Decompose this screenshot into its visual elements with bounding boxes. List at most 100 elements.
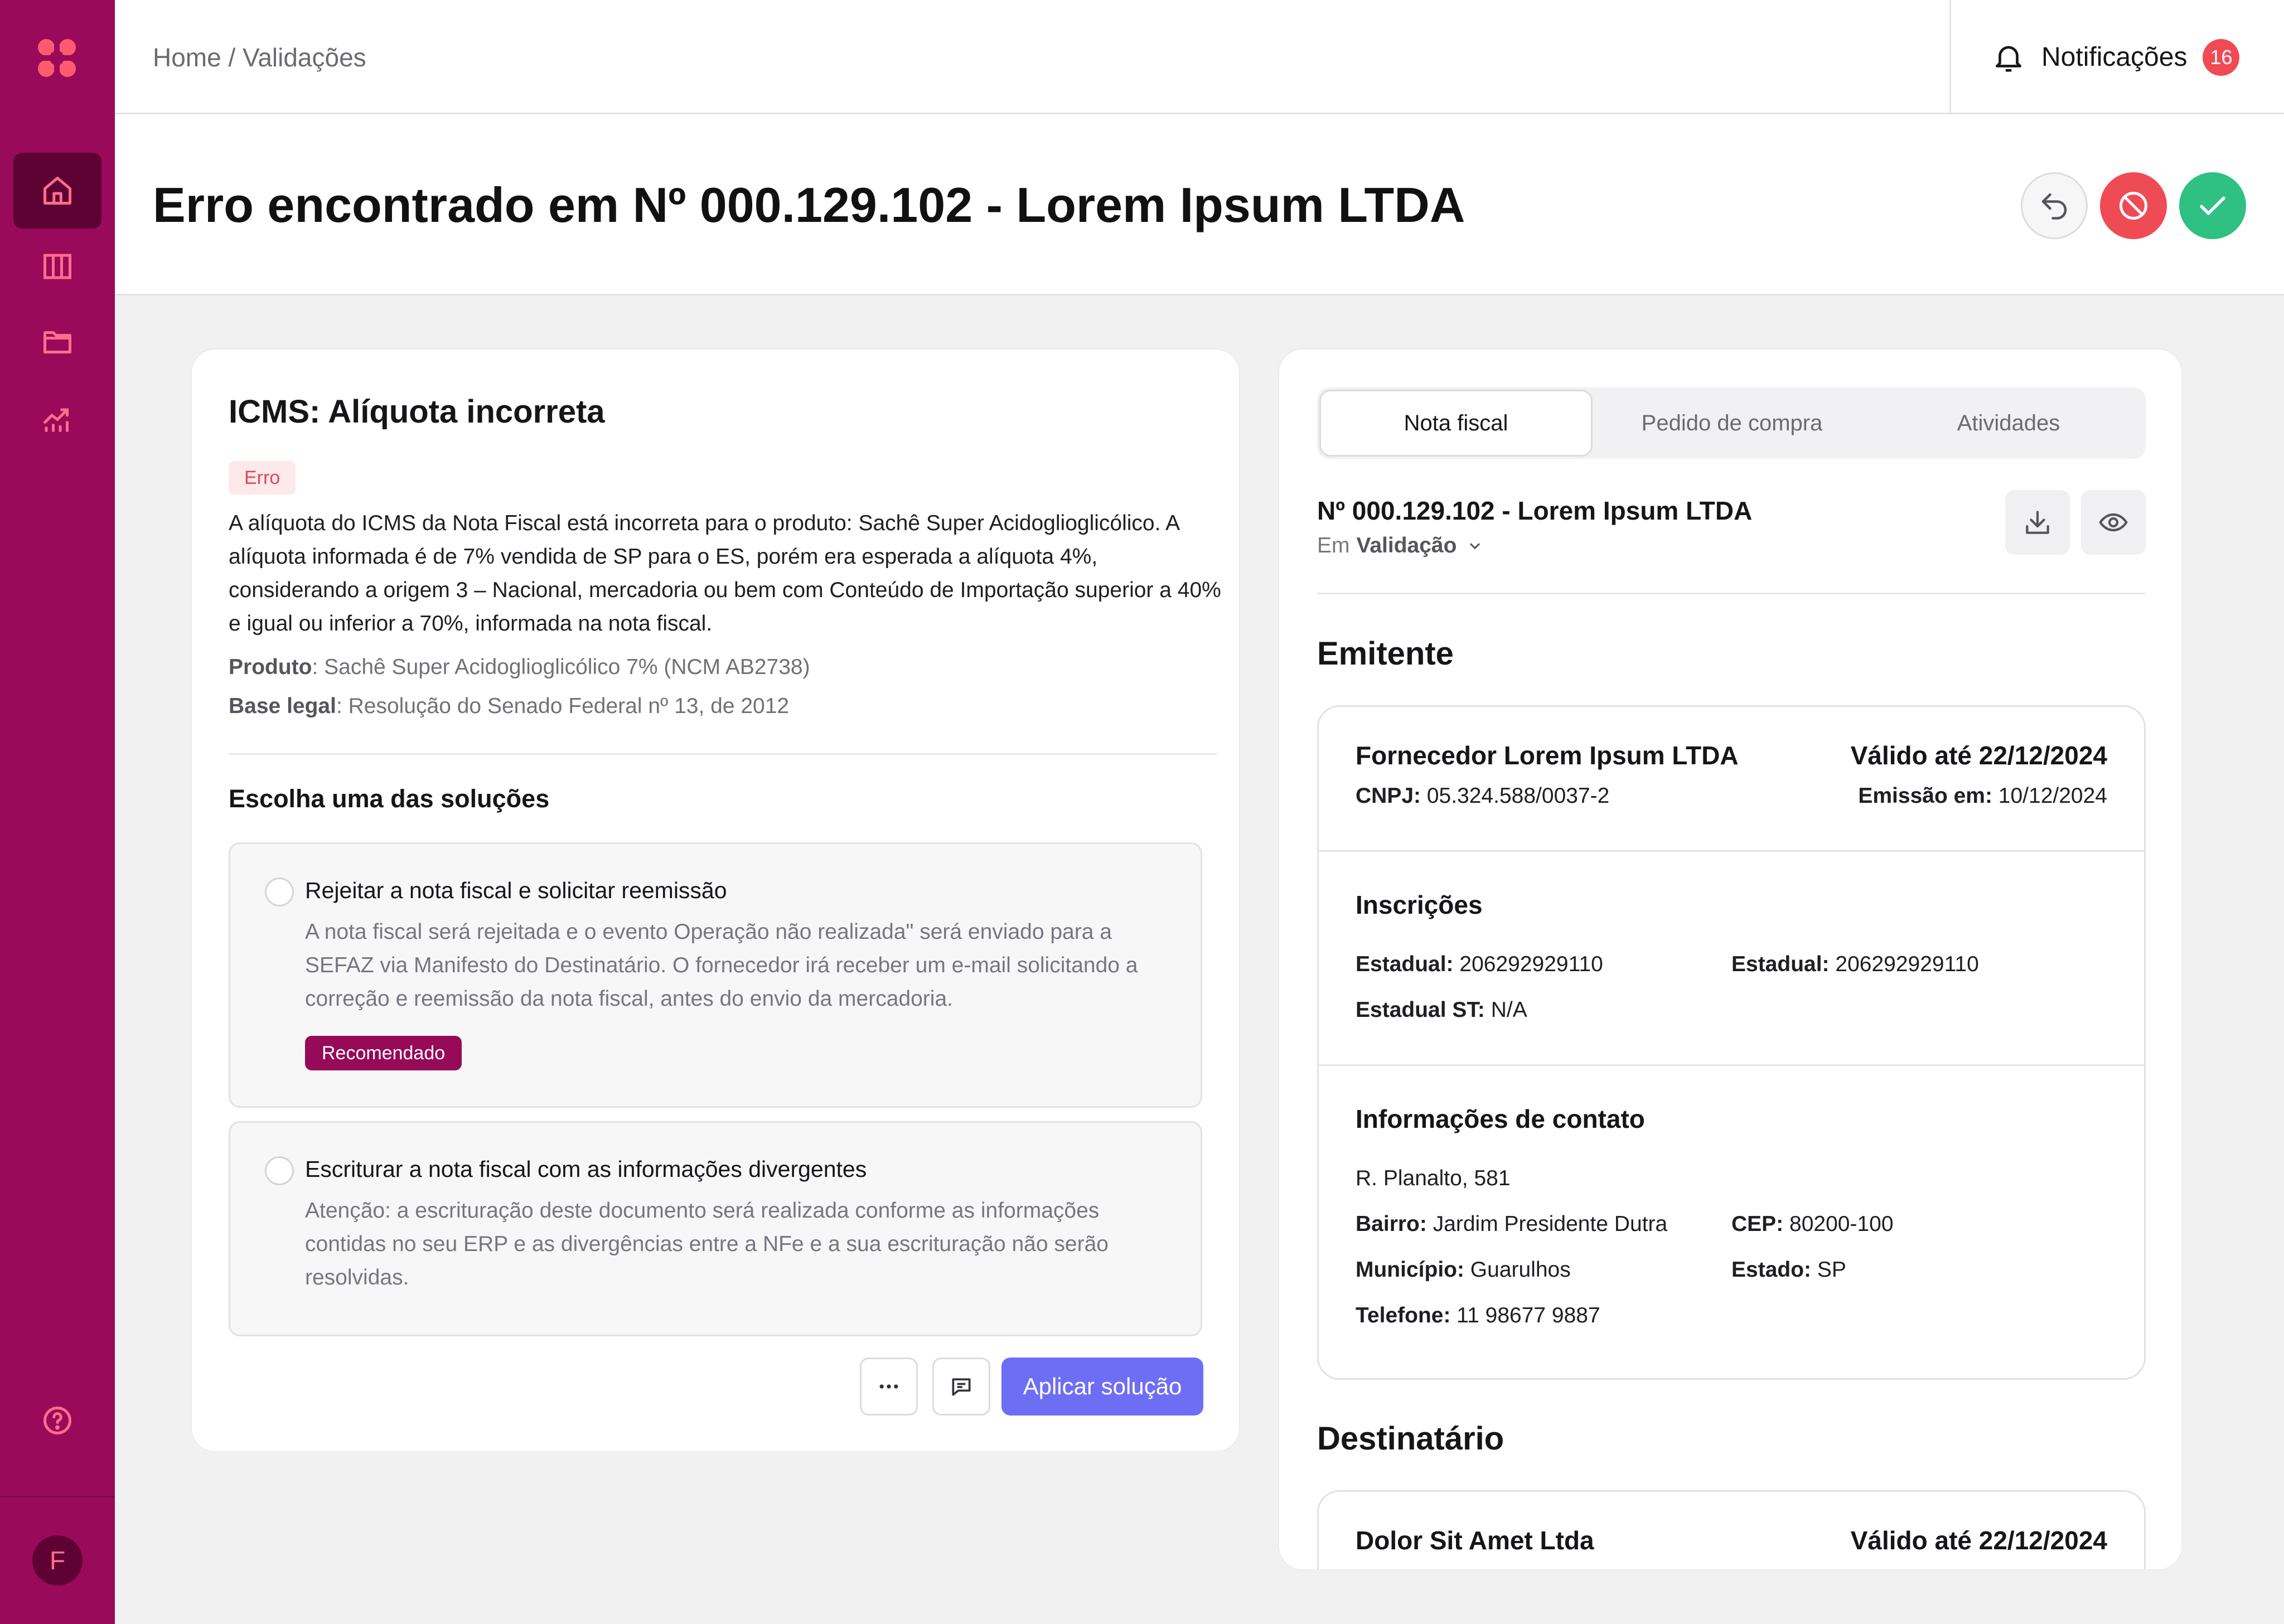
- status-dropdown[interactable]: Em Validação: [1317, 534, 1484, 558]
- error-description: A alíquota do ICMS da Nota Fiscal está i…: [229, 511, 1221, 636]
- solution-title: Escriturar a nota fiscal com as informaç…: [305, 1156, 867, 1182]
- undo-button[interactable]: [2021, 172, 2088, 239]
- solution-option-reject[interactable]: Rejeitar a nota fiscal e solicitar reemi…: [229, 842, 1202, 1108]
- view-button[interactable]: [2081, 490, 2146, 555]
- solution-radio[interactable]: [265, 878, 294, 906]
- solution-option-escriturar[interactable]: Escriturar a nota fiscal com as informaç…: [229, 1121, 1202, 1336]
- estado: Estado: SP: [1731, 1258, 1846, 1282]
- legal-basis-info: Base legal: Resolução do Senado Federal …: [229, 694, 789, 719]
- supplier-name: Fornecedor Lorem Ipsum LTDA: [1356, 741, 1739, 770]
- more-horizontal-icon: [879, 1384, 898, 1389]
- divider: [1317, 593, 2146, 594]
- avatar[interactable]: F: [32, 1535, 83, 1586]
- estadual-st-label: Estadual ST:: [1356, 998, 1485, 1022]
- error-title: ICMS: Alíquota incorreta: [229, 394, 605, 430]
- tab-bar: Nota fiscal Pedido de compra Atividades: [1317, 387, 2146, 459]
- apply-solution-button[interactable]: Aplicar solução: [1001, 1358, 1203, 1415]
- estado-label: Estado:: [1731, 1258, 1812, 1282]
- folder-icon: [43, 331, 71, 353]
- sidebar-item-analytics[interactable]: [13, 380, 101, 456]
- sidebar-divider: [0, 1496, 115, 1497]
- emission-date: Emissão em: 10/12/2024: [1858, 784, 2107, 808]
- comment-button[interactable]: [932, 1358, 990, 1415]
- dest-name: Dolor Sit Amet Ltda: [1356, 1526, 1594, 1555]
- sidebar-item-columns[interactable]: [13, 229, 101, 304]
- cnpj-label: CNPJ:: [1356, 784, 1421, 808]
- divider: [229, 753, 1217, 755]
- bairro: Bairro: Jardim Presidente Dutra: [1356, 1212, 1667, 1237]
- tab-atividades[interactable]: Atividades: [1871, 387, 2146, 459]
- cep: CEP: 80200-100: [1731, 1212, 1894, 1237]
- bairro-label: Bairro:: [1356, 1212, 1427, 1236]
- municipio-label: Município:: [1356, 1258, 1464, 1282]
- page-header: Erro encontrado em Nº 000.129.102 - Lore…: [115, 114, 2284, 295]
- estadual-st: Estadual ST: N/A: [1356, 998, 1527, 1022]
- notifications-label: Notificações: [2041, 42, 2188, 72]
- download-icon: [2026, 511, 2049, 534]
- solutions-title: Escolha uma das soluções: [229, 784, 550, 813]
- telefone: Telefone: 11 98677 9887: [1356, 1303, 1600, 1328]
- telefone-label: Telefone:: [1356, 1303, 1451, 1327]
- municipio-value: Guarulhos: [1464, 1258, 1571, 1282]
- chart-icon: [43, 408, 69, 432]
- invoice-title: Nº 000.129.102 - Lorem Ipsum LTDA: [1317, 496, 1753, 525]
- cep-value: 80200-100: [1783, 1212, 1894, 1236]
- solution-title: Rejeitar a nota fiscal e solicitar reemi…: [305, 878, 727, 903]
- undo-icon: [2041, 193, 2067, 220]
- columns-icon: [43, 254, 71, 279]
- download-button[interactable]: [2005, 490, 2070, 555]
- reject-button[interactable]: [2100, 172, 2167, 239]
- emitente-box: Fornecedor Lorem Ipsum LTDA Válido até 2…: [1317, 705, 2146, 1380]
- topbar: Home / Validações Notificações 16: [115, 0, 2284, 114]
- address: R. Planalto, 581: [1356, 1166, 1511, 1190]
- status-prefix: Em: [1317, 534, 1350, 558]
- bairro-value: Jardim Presidente Dutra: [1426, 1212, 1668, 1236]
- destinatario-title: Destinatário: [1317, 1421, 1504, 1457]
- approve-button[interactable]: [2179, 172, 2246, 239]
- breadcrumb[interactable]: Home / Validações: [153, 42, 366, 72]
- comment-icon: [952, 1378, 971, 1396]
- sidebar-item-help[interactable]: [13, 1383, 101, 1458]
- estadual-label: Estadual:: [1356, 952, 1454, 976]
- tab-nota-fiscal[interactable]: Nota fiscal: [1319, 390, 1593, 457]
- dest-valid-until: Válido até 22/12/2024: [1850, 1526, 2107, 1555]
- notifications-count-badge: 16: [2203, 38, 2240, 76]
- sidebar: F: [0, 0, 115, 1624]
- home-icon: [43, 177, 71, 205]
- error-badge: Erro: [229, 461, 296, 495]
- check-icon: [2200, 196, 2225, 215]
- solution-description: Atenção: a escrituração deste documento …: [305, 1199, 1109, 1289]
- status-value: Validação: [1356, 534, 1457, 558]
- product-value: : Sachê Super Acidoglioglicólico 7% (NCM…: [312, 655, 810, 679]
- more-options-button[interactable]: [860, 1358, 918, 1415]
- solution-description: A nota fiscal será rejeitada e o evento …: [305, 920, 1138, 1011]
- estado-value: SP: [1811, 1258, 1846, 1282]
- emission-label: Emissão em:: [1858, 784, 1992, 808]
- solution-radio[interactable]: [265, 1156, 294, 1185]
- logo-icon: [38, 39, 76, 77]
- page-title: Erro encontrado em Nº 000.129.102 - Lore…: [153, 177, 1465, 232]
- inscricoes-section: Inscrições Estadual: 206292929110 Estadu…: [1319, 852, 2144, 1066]
- sidebar-item-home[interactable]: [13, 153, 101, 229]
- emission-value: 10/12/2024: [1992, 784, 2107, 808]
- help-circle-icon: [43, 1407, 71, 1434]
- legal-basis-value: : Resolução do Senado Federal nº 13, de …: [336, 694, 790, 718]
- cnpj: CNPJ: 05.324.588/0037-2: [1356, 784, 1609, 808]
- emitente-title: Emitente: [1317, 636, 1454, 672]
- eye-icon: [2099, 513, 2128, 532]
- estadual-value: 206292929110: [1453, 952, 1603, 976]
- estadual-2: Estadual: 206292929110: [1731, 952, 1979, 977]
- municipio: Município: Guarulhos: [1356, 1258, 1571, 1282]
- estadual-2-value: 206292929110: [1829, 952, 1979, 976]
- block-icon: [2120, 192, 2147, 220]
- sidebar-item-folder[interactable]: [13, 304, 101, 380]
- inscricoes-title: Inscrições: [1356, 890, 1483, 919]
- cnpj-value: 05.324.588/0037-2: [1421, 784, 1610, 808]
- chevron-down-icon: [1470, 543, 1480, 549]
- contact-section: Informações de contato R. Planalto, 581 …: [1319, 1066, 2144, 1381]
- invoice-panel: Nota fiscal Pedido de compra Atividades …: [1278, 348, 2183, 1570]
- telefone-value: 11 98677 9887: [1450, 1303, 1600, 1327]
- notifications-button[interactable]: Notificações 16: [1949, 0, 2284, 114]
- contact-title: Informações de contato: [1356, 1104, 1645, 1133]
- tab-pedido-de-compra[interactable]: Pedido de compra: [1593, 387, 1871, 459]
